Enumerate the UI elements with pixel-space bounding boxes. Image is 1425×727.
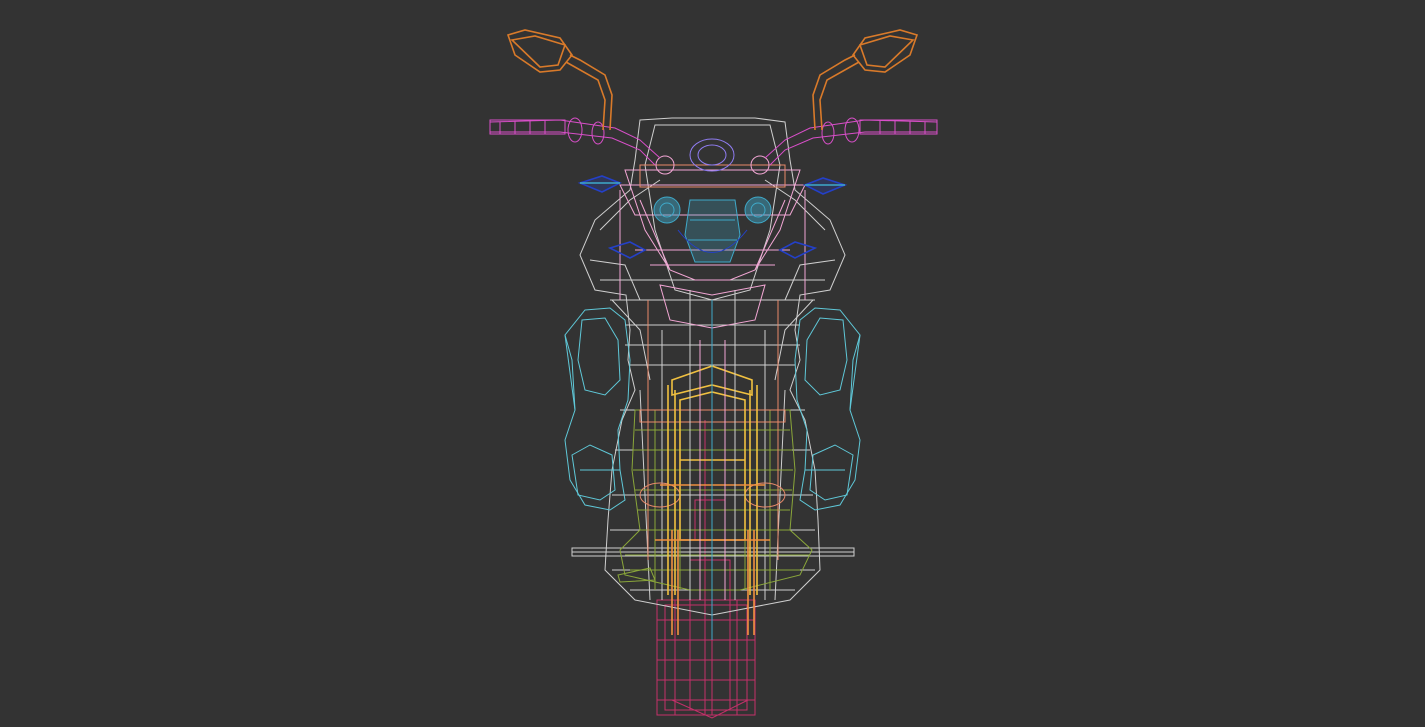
3d-viewport[interactable] bbox=[0, 0, 1425, 727]
mirrors-wireframe bbox=[506, 29, 919, 131]
motorcycle-wireframe bbox=[489, 29, 938, 719]
headlight-housing-wireframe bbox=[655, 138, 770, 175]
headlights-wireframe bbox=[653, 196, 772, 263]
